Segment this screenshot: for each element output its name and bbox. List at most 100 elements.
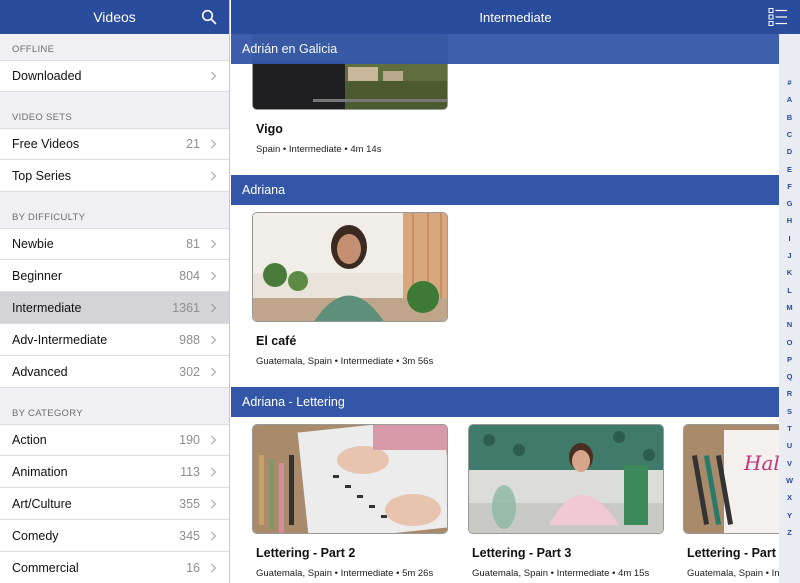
index-letter[interactable]: F: [779, 182, 800, 191]
sidebar-item-label: Adv-Intermediate: [12, 332, 108, 347]
section-title: Adriana - Lettering: [242, 395, 345, 409]
index-letter[interactable]: C: [779, 130, 800, 139]
sidebar-item-downloaded[interactable]: Downloaded: [0, 60, 229, 92]
video-thumbnail[interactable]: [252, 424, 448, 534]
chevron-right-icon: [211, 71, 217, 81]
sidebar-item-count: 345: [179, 528, 200, 543]
chevron-right-icon: [211, 367, 217, 376]
index-letter[interactable]: V: [779, 459, 800, 468]
sidebar-item-label: Downloaded: [12, 69, 82, 83]
section-label-video-sets: VIDEO SETS: [12, 112, 73, 123]
index-letter[interactable]: Y: [779, 511, 800, 520]
section-header-adrian-en-galicia[interactable]: Adrián en Galicia: [231, 34, 779, 64]
search-icon[interactable]: [201, 9, 217, 25]
chevron-right-icon: [211, 271, 217, 280]
chevron-right-icon: [211, 435, 217, 445]
sidebar-item-label: Advanced: [12, 364, 68, 379]
index-letter[interactable]: D: [779, 147, 800, 156]
sidebar-item-count: 988: [179, 332, 200, 347]
video-meta: Guatemala, Spain • Intermediate • 3m 56s: [256, 356, 434, 367]
index-letter[interactable]: K: [779, 268, 800, 277]
app-window: Videos OFFLINE Downloaded VIDEO SETS Fre…: [0, 0, 800, 583]
index-letter[interactable]: W: [779, 476, 800, 485]
sidebar-title: Videos: [93, 9, 136, 25]
index-letter[interactable]: M: [779, 303, 800, 312]
page-title: Intermediate: [479, 9, 552, 25]
sidebar-item-label: Newbie: [12, 237, 54, 251]
sidebar-item-count: 81: [186, 237, 200, 251]
sidebar-item-label: Top Series: [12, 168, 72, 183]
index-letter[interactable]: E: [779, 165, 800, 174]
sidebar-item-count: 16: [186, 560, 200, 575]
sidebar-item-action[interactable]: Action 190: [0, 424, 229, 456]
sidebar-item-label: Intermediate: [12, 300, 82, 315]
sidebar-item-free-videos[interactable]: Free Videos 21: [0, 128, 229, 160]
index-letter[interactable]: S: [779, 407, 800, 416]
section-label-by-category: BY CATEGORY: [12, 408, 83, 419]
index-letter[interactable]: B: [779, 113, 800, 122]
chevron-right-icon: [211, 171, 217, 180]
chevron-right-icon: [211, 239, 217, 249]
sidebar-item-adv-intermediate[interactable]: Adv-Intermediate 988: [0, 324, 229, 356]
chevron-right-icon: [211, 467, 217, 476]
sidebar-item-count: 21: [186, 137, 200, 151]
video-thumbnail[interactable]: [468, 424, 664, 534]
index-letter[interactable]: A: [779, 95, 800, 104]
index-letter[interactable]: P: [779, 355, 800, 364]
alphabet-index[interactable]: # A B C D E F G H I J K L M N O P Q R S T U V W X Y Z: [779, 34, 800, 583]
index-letter[interactable]: Z: [779, 528, 800, 537]
sidebar-item-label: Beginner: [12, 268, 63, 283]
video-card-el-cafe[interactable]: El café Guatemala, Spain • Intermediate …: [252, 212, 448, 367]
video-title: Lettering - Part 3: [472, 546, 572, 560]
video-meta: Spain • Intermediate • 4m 14s: [256, 144, 382, 155]
index-letter[interactable]: #: [779, 78, 800, 87]
sidebar: Videos OFFLINE Downloaded VIDEO SETS Fre…: [0, 0, 230, 583]
sidebar-header: Videos: [0, 0, 229, 34]
sidebar-item-advanced[interactable]: Advanced 302: [0, 356, 229, 388]
sidebar-item-top-series[interactable]: Top Series: [0, 160, 229, 192]
index-letter[interactable]: R: [779, 389, 800, 398]
index-letter[interactable]: G: [779, 199, 800, 208]
sidebar-item-count: 1361: [172, 300, 200, 315]
sidebar-item-newbie[interactable]: Newbie 81: [0, 228, 229, 260]
index-letter[interactable]: L: [779, 286, 800, 295]
index-letter[interactable]: X: [779, 493, 800, 502]
index-letter[interactable]: N: [779, 320, 800, 329]
sidebar-item-count: 190: [179, 433, 200, 447]
video-title: Lettering - Part 2: [256, 546, 356, 560]
index-letter[interactable]: H: [779, 216, 800, 225]
sidebar-item-count: 804: [179, 268, 200, 283]
video-title: Vigo: [256, 122, 283, 136]
sidebar-item-count: 302: [179, 364, 200, 379]
index-letter[interactable]: T: [779, 424, 800, 433]
chevron-right-icon: [211, 563, 217, 572]
section-header-adriana-lettering[interactable]: Adriana - Lettering: [231, 387, 779, 417]
sidebar-item-label: Free Videos: [12, 137, 80, 151]
section-header-adriana[interactable]: Adriana: [231, 175, 779, 205]
sidebar-item-beginner[interactable]: Beginner 804: [0, 260, 229, 292]
chevron-right-icon: [211, 139, 217, 149]
chevron-right-icon: [211, 303, 217, 312]
video-card-lettering-part-3[interactable]: Lettering - Part 3 Guatemala, Spain • In…: [468, 424, 664, 579]
sidebar-item-intermediate[interactable]: Intermediate 1361: [0, 292, 229, 324]
index-letter[interactable]: Q: [779, 372, 800, 381]
sidebar-item-comedy[interactable]: Comedy 345: [0, 520, 229, 552]
index-letter[interactable]: U: [779, 441, 800, 450]
list-view-icon[interactable]: [768, 7, 788, 27]
sidebar-item-animation[interactable]: Animation 113: [0, 456, 229, 488]
index-letter[interactable]: I: [779, 234, 800, 243]
sidebar-item-art-culture[interactable]: Art/Culture 355: [0, 488, 229, 520]
section-label-offline: OFFLINE: [12, 44, 55, 55]
sidebar-item-label: Art/Culture: [12, 496, 72, 511]
video-title: El café: [256, 334, 297, 348]
sidebar-item-count: 113: [180, 464, 200, 479]
sidebar-item-count: 355: [179, 496, 200, 511]
video-card-lettering-part-2[interactable]: Lettering - Part 2 Guatemala, Spain • In…: [252, 424, 448, 579]
index-letter[interactable]: O: [779, 338, 800, 347]
sidebar-item-commercial[interactable]: Commercial 16: [0, 552, 229, 583]
video-meta: Guatemala, Spain • Intermediate • 5m 26s: [256, 568, 434, 579]
video-thumbnail[interactable]: [252, 212, 448, 322]
index-letter[interactable]: J: [779, 251, 800, 260]
main-content: Intermediate: [231, 0, 800, 583]
sidebar-item-label: Comedy: [12, 528, 59, 543]
